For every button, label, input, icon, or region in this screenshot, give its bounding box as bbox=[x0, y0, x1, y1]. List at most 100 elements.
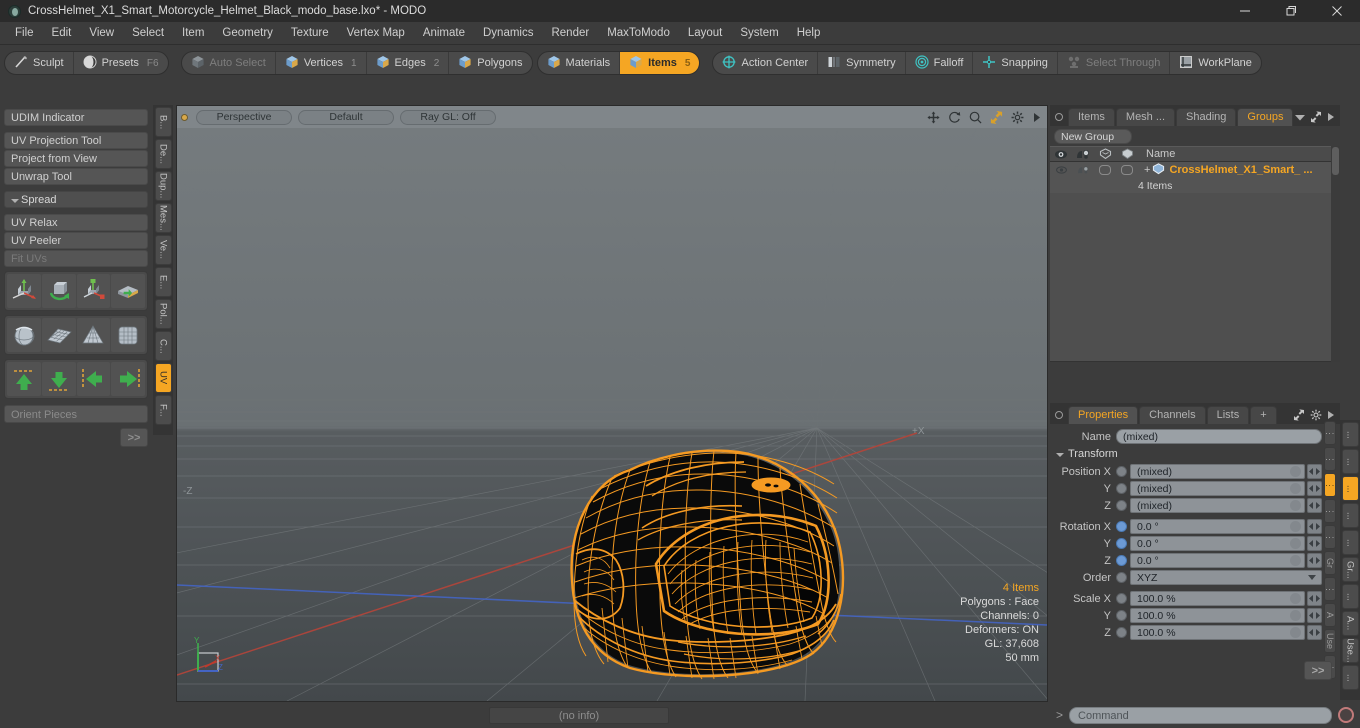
uv-cone-icon[interactable] bbox=[76, 318, 111, 352]
minimize-icon[interactable] bbox=[1222, 0, 1268, 22]
shade-icon[interactable] bbox=[1116, 148, 1138, 160]
property-value-field[interactable]: 100.0 % bbox=[1130, 608, 1305, 623]
chevron-right-icon[interactable] bbox=[1327, 410, 1335, 420]
eye-icon[interactable] bbox=[1050, 149, 1072, 160]
left-panel-more-button[interactable]: >> bbox=[120, 428, 148, 447]
properties-strip-tab-1[interactable]: ⋮ bbox=[1324, 447, 1336, 471]
viewport-shading-selector[interactable]: Default bbox=[298, 109, 394, 125]
uv-sphere-icon[interactable] bbox=[7, 318, 41, 352]
tab-lists[interactable]: Lists bbox=[1206, 406, 1250, 424]
property-spinner[interactable] bbox=[1307, 591, 1322, 606]
vertical-tab-e[interactable]: E... bbox=[154, 267, 172, 297]
vertical-tab-f[interactable]: F... bbox=[154, 395, 172, 425]
property-radio[interactable] bbox=[1116, 572, 1127, 583]
close-icon[interactable] bbox=[1314, 0, 1360, 22]
vertical-tab-[interactable]: ... bbox=[1341, 584, 1359, 609]
viewport-canvas[interactable]: +X -Z Y X Z bbox=[177, 128, 1047, 701]
render-icon[interactable] bbox=[1072, 149, 1094, 160]
toolbar-button-polygons[interactable]: Polygons bbox=[449, 52, 531, 74]
vertical-tab-[interactable]: ... bbox=[1341, 503, 1359, 528]
uv-cylinder-icon[interactable] bbox=[111, 318, 145, 352]
property-spinner[interactable] bbox=[1307, 481, 1322, 496]
viewport-projection-selector[interactable]: Perspective bbox=[196, 109, 292, 125]
group-list-scrollbar[interactable] bbox=[1331, 146, 1340, 362]
move-icon[interactable] bbox=[927, 110, 940, 124]
property-value-field[interactable]: 0.0 ° bbox=[1130, 536, 1305, 551]
property-radio[interactable] bbox=[1116, 627, 1127, 638]
properties-more-button[interactable]: >> bbox=[1304, 661, 1332, 680]
row-lock-toggle[interactable] bbox=[1094, 165, 1116, 175]
property-value-field[interactable]: 100.0 % bbox=[1130, 625, 1305, 640]
vertical-tab-mes[interactable]: Mes... bbox=[154, 203, 172, 233]
property-spinner[interactable] bbox=[1307, 625, 1322, 640]
toolbar-button-items[interactable]: Items 5 bbox=[620, 52, 700, 74]
arrow-down-icon[interactable] bbox=[41, 362, 76, 396]
property-value-field[interactable]: (mixed) bbox=[1130, 481, 1305, 496]
arrow-right-icon[interactable] bbox=[111, 362, 145, 396]
tab-properties[interactable]: Properties bbox=[1068, 406, 1139, 424]
zoom-icon[interactable] bbox=[969, 111, 982, 124]
property-anim-dot[interactable] bbox=[1290, 627, 1301, 638]
property-value-field[interactable]: (mixed) bbox=[1130, 464, 1305, 479]
property-anim-dot[interactable] bbox=[1290, 593, 1301, 604]
rotate-icon[interactable] bbox=[948, 111, 961, 124]
uv-rotate-icon[interactable] bbox=[41, 274, 76, 308]
property-value-field[interactable]: (mixed) bbox=[1130, 498, 1305, 513]
unwrap-tool-button[interactable]: Unwrap Tool bbox=[4, 168, 148, 185]
vertical-tab-[interactable]: ... bbox=[1341, 422, 1359, 447]
property-radio[interactable] bbox=[1116, 521, 1127, 532]
uv-flip-icon[interactable] bbox=[111, 274, 145, 308]
row-eye-icon[interactable] bbox=[1050, 165, 1072, 175]
expand-group-icon[interactable]: + bbox=[1144, 164, 1150, 176]
chevron-right-icon[interactable] bbox=[1032, 112, 1041, 123]
menu-item-texture[interactable]: Texture bbox=[282, 24, 338, 42]
menu-item-item[interactable]: Item bbox=[173, 24, 213, 42]
tab-channels[interactable]: Channels bbox=[1139, 406, 1206, 424]
expand-icon[interactable] bbox=[1310, 111, 1322, 123]
property-spinner[interactable] bbox=[1307, 608, 1322, 623]
property-value-field[interactable]: XYZ bbox=[1130, 570, 1322, 585]
new-group-button[interactable]: New Group bbox=[1054, 129, 1132, 144]
toolbar-button-presets[interactable]: Presets F6 bbox=[74, 52, 168, 74]
menu-item-layout[interactable]: Layout bbox=[679, 24, 732, 42]
menu-item-maxtomodo[interactable]: MaxToModo bbox=[598, 24, 679, 42]
property-spinner[interactable] bbox=[1307, 498, 1322, 513]
toolbar-button-auto-select[interactable]: Auto Select bbox=[182, 52, 276, 74]
property-radio[interactable] bbox=[1116, 593, 1127, 604]
name-field[interactable]: (mixed) bbox=[1116, 429, 1322, 444]
toolbar-button-snapping[interactable]: Snapping bbox=[973, 52, 1058, 74]
uv-peeler-button[interactable]: UV Peeler bbox=[4, 232, 148, 249]
vertical-tab-uv[interactable]: UV bbox=[154, 363, 172, 393]
property-anim-dot[interactable] bbox=[1290, 500, 1301, 511]
menu-item-animate[interactable]: Animate bbox=[414, 24, 474, 42]
fit-icon[interactable] bbox=[990, 110, 1003, 124]
vertical-tab-de[interactable]: De... bbox=[154, 139, 172, 169]
record-icon[interactable] bbox=[1338, 707, 1354, 723]
property-radio[interactable] bbox=[1116, 466, 1127, 477]
property-radio[interactable] bbox=[1116, 500, 1127, 511]
vertical-tab-a[interactable]: A... bbox=[1341, 611, 1359, 636]
uv-plane-icon[interactable] bbox=[41, 318, 76, 352]
panel-menu-dot[interactable] bbox=[1055, 113, 1063, 121]
project-from-view-button[interactable]: Project from View bbox=[4, 150, 148, 167]
vertical-tab-dup[interactable]: Dup... bbox=[154, 171, 172, 201]
properties-menu-dot[interactable] bbox=[1055, 411, 1063, 419]
menu-item-system[interactable]: System bbox=[731, 24, 787, 42]
command-input[interactable]: Command bbox=[1069, 706, 1332, 724]
toolbar-button-edges[interactable]: Edges 2 bbox=[367, 52, 450, 74]
vertical-tab-[interactable]: ... bbox=[1341, 449, 1359, 474]
property-value-field[interactable]: 0.0 ° bbox=[1130, 519, 1305, 534]
properties-strip-tab-4[interactable]: ⋮ bbox=[1324, 525, 1336, 549]
property-anim-dot[interactable] bbox=[1290, 610, 1301, 621]
uv-relax-button[interactable]: UV Relax bbox=[4, 214, 148, 231]
menu-item-file[interactable]: File bbox=[6, 24, 43, 42]
lock-icon[interactable] bbox=[1094, 148, 1116, 160]
vertical-tab-c[interactable]: C... bbox=[154, 331, 172, 361]
vertical-tab-ve[interactable]: Ve... bbox=[154, 235, 172, 265]
property-anim-dot[interactable] bbox=[1290, 538, 1301, 549]
properties-strip-tab-8[interactable]: Use bbox=[1324, 629, 1336, 653]
uv-projection-tool-button[interactable]: UV Projection Tool bbox=[4, 132, 148, 149]
property-anim-dot[interactable] bbox=[1290, 483, 1301, 494]
udim-indicator-button[interactable]: UDIM Indicator bbox=[4, 109, 148, 126]
gear-icon[interactable] bbox=[1011, 111, 1024, 124]
